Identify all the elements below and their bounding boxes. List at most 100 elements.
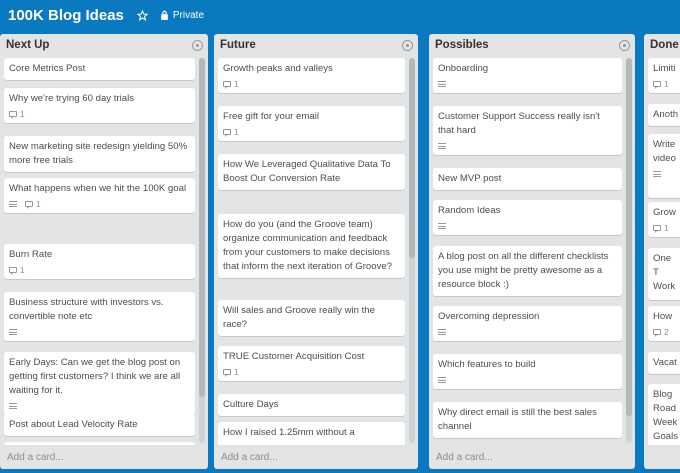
list-future: Future Growth peaks and valleys 1 Free g… (214, 34, 418, 469)
card[interactable]: Why we're trying 60 day trials 1 (4, 88, 195, 123)
card[interactable]: Onboarding (433, 58, 622, 93)
list-header: Future (214, 34, 418, 56)
card[interactable]: Free gift for your email 1 (218, 106, 405, 141)
card-title: What happens when we hit the 100K goal (9, 183, 187, 194)
list-scrollbar[interactable] (626, 58, 632, 443)
scroll-thumb[interactable] (199, 58, 205, 397)
card-list: Onboarding Customer Support Success real… (433, 56, 622, 445)
card[interactable]: Customer Support Success really isn't th… (433, 106, 622, 155)
card[interactable]: What happens when we hit the 100K goal 1 (4, 178, 195, 213)
description-badge (438, 80, 446, 87)
card-title: Overcoming depression (438, 311, 540, 322)
list-title[interactable]: Done (650, 39, 679, 51)
card[interactable]: Grow 1 (648, 202, 680, 237)
card-title: Will sales and Groove really win the rac… (223, 305, 375, 330)
comment-badge: 1 (223, 367, 239, 377)
list-next-up: Next Up Core Metrics Post Why we're tryi… (0, 34, 208, 469)
comment-badge: 1 (9, 265, 25, 275)
card[interactable]: Which features to build (433, 354, 622, 389)
list-title[interactable]: Future (220, 39, 256, 51)
card[interactable]: Core Metrics Post (4, 58, 195, 80)
card[interactable]: How do you (and the Groove team) organiz… (218, 214, 405, 278)
card[interactable]: Vacat (648, 352, 680, 374)
card-title: Grow (653, 207, 676, 218)
card-title: Burn Rate (9, 249, 53, 260)
add-card-button[interactable]: Add a card... (429, 445, 635, 469)
card-title: How (653, 311, 673, 322)
card[interactable]: Burn Rate 1 (4, 244, 195, 279)
description-badge (438, 376, 446, 383)
description-badge (653, 170, 661, 177)
scroll-thumb[interactable] (626, 58, 632, 417)
list-title[interactable]: Possibles (435, 39, 489, 51)
card-title: Anoth (653, 109, 679, 120)
card[interactable]: Growth peaks and valleys 1 (218, 58, 405, 93)
description-badge (438, 328, 446, 335)
card-list: Growth peaks and valleys 1 Free gift for… (218, 56, 405, 445)
list-title[interactable]: Next Up (6, 39, 49, 51)
comment-badge: 1 (653, 223, 669, 233)
card[interactable]: How I raised 1.25mm without a (218, 422, 405, 445)
list-scrollbar[interactable] (199, 58, 205, 443)
card[interactable]: How 2 (648, 306, 680, 341)
card[interactable]: Culture Days (218, 394, 405, 416)
list-header: Next Up (0, 34, 208, 56)
card-title: Write video (653, 139, 676, 164)
comment-badge: 1 (9, 109, 25, 119)
card-title: Onboarding (438, 63, 489, 74)
comment-count: 1 (234, 366, 239, 377)
card-title: Limiti (653, 63, 676, 74)
list-header: Possibles (429, 34, 635, 56)
comment-count: 1 (664, 222, 669, 233)
card-title: How do you (and the Groove team) organiz… (223, 219, 393, 272)
list-scrollbar[interactable] (409, 58, 415, 443)
card-title: New marketing site redesign yielding 50%… (9, 141, 188, 166)
card[interactable]: Business structure with investors vs. co… (4, 292, 195, 341)
card[interactable]: Anoth (648, 104, 680, 126)
list-menu-icon[interactable] (402, 39, 413, 51)
card[interactable]: Limiti 1 (648, 58, 680, 93)
card[interactable]: A blog post on all the different checkli… (433, 246, 622, 296)
card[interactable]: How We Leveraged Qualitative Data To Boo… (218, 154, 405, 190)
list-menu-icon[interactable] (619, 39, 630, 51)
comment-icon (223, 80, 231, 89)
card[interactable]: Early Days: Can we get the blog post on … (4, 352, 195, 415)
comment-count: 1 (36, 198, 41, 209)
star-icon[interactable] (136, 8, 150, 22)
board-title[interactable]: 100K Blog Ideas (8, 7, 124, 24)
list-menu-icon[interactable] (192, 39, 203, 51)
add-card-button[interactable]: Add a card... (0, 445, 208, 469)
card[interactable]: Write video (648, 134, 680, 198)
comment-badge: 1 (653, 79, 669, 89)
comment-badge: 1 (223, 127, 239, 137)
card[interactable]: New marketing site redesign yielding 50%… (4, 136, 195, 172)
card[interactable]: One T Work (648, 248, 680, 300)
card[interactable]: Overcoming depression (433, 306, 622, 341)
card-title: New MVP post (438, 173, 502, 184)
card[interactable]: Random Ideas (433, 200, 622, 235)
add-card-button[interactable]: Add a card... (214, 445, 418, 469)
card-title: How We Leveraged Qualitative Data To Boo… (223, 159, 391, 184)
scroll-thumb[interactable] (409, 58, 415, 259)
privacy-button[interactable]: Private (160, 10, 204, 21)
card[interactable]: TRUE Customer Acquisition Cost 1 (218, 346, 405, 381)
comment-icon (653, 224, 661, 233)
card-title: Early Days: Can we get the blog post on … (9, 357, 181, 396)
comment-count: 1 (234, 126, 239, 137)
description-icon (9, 200, 17, 207)
card[interactable]: Why direct email is still the best sales… (433, 402, 622, 438)
card[interactable]: Will sales and Groove really win the rac… (218, 300, 405, 336)
list-header: Done (644, 34, 680, 56)
card[interactable]: Post about Lead Velocity Rate (4, 414, 195, 436)
card-title: Free gift for your email (223, 111, 319, 122)
card[interactable]: New MVP post (433, 168, 622, 190)
description-badge (438, 222, 446, 229)
card-list: Core Metrics Post Why we're trying 60 da… (4, 56, 195, 445)
description-badge (9, 402, 17, 409)
comment-count: 2 (664, 326, 669, 337)
card[interactable]: Blog Road Week Goals (648, 384, 680, 445)
card-title: How I raised 1.25mm without a (223, 427, 355, 438)
description-icon (9, 328, 17, 335)
card-title: TRUE Customer Acquisition Cost (223, 351, 365, 362)
card-title: Core Metrics Post (9, 63, 86, 74)
